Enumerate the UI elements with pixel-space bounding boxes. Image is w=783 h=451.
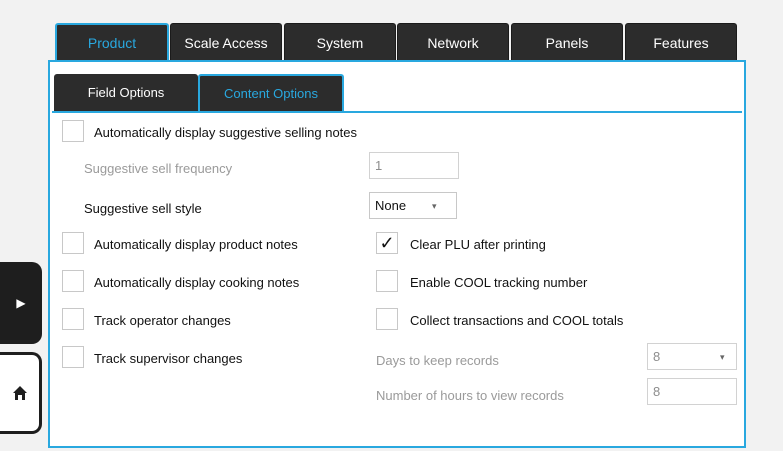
clear-plu-label: Clear PLU after printing — [410, 237, 546, 252]
days-keep-value: 8 — [653, 349, 661, 364]
enable-cool-label: Enable COOL tracking number — [410, 275, 588, 290]
auto-cooking-notes-label: Automatically display cooking notes — [94, 275, 300, 290]
hours-view-input[interactable]: 8 — [647, 378, 737, 405]
side-expand-button[interactable]: ▶ — [0, 262, 42, 344]
tab-scale-access[interactable]: Scale Access — [170, 23, 282, 61]
days-keep-select[interactable]: 8 ▾ — [647, 343, 737, 370]
subtab-content-options[interactable]: Content Options — [198, 74, 344, 111]
tab-features[interactable]: Features — [625, 23, 737, 61]
settings-panel: Field Options Content Options Automatica… — [48, 60, 746, 448]
auto-product-notes-label: Automatically display product notes — [94, 237, 298, 252]
suggestive-frequency-input[interactable]: 1 — [369, 152, 459, 179]
tab-panels[interactable]: Panels — [511, 23, 623, 61]
suggestive-style-select[interactable]: None ▾ — [369, 192, 457, 219]
chevron-down-icon: ▾ — [432, 201, 437, 211]
tab-system[interactable]: System — [284, 23, 396, 61]
track-operator-checkbox[interactable] — [62, 308, 84, 330]
suggestive-style-value: None — [375, 198, 407, 213]
collect-cool-label: Collect transactions and COOL totals — [410, 313, 624, 328]
auto-suggestive-checkbox[interactable] — [62, 120, 84, 142]
auto-cooking-notes-checkbox[interactable] — [62, 270, 84, 292]
chevron-down-icon: ▾ — [720, 352, 725, 362]
content-options-area: Automatically display suggestive selling… — [52, 111, 742, 444]
tab-network[interactable]: Network — [397, 23, 509, 61]
clear-plu-checkbox[interactable]: ✓ — [376, 232, 398, 254]
days-keep-label: Days to keep records — [376, 353, 499, 368]
suggestive-frequency-label: Suggestive sell frequency — [84, 161, 233, 176]
auto-suggestive-label: Automatically display suggestive selling… — [94, 125, 358, 140]
track-supervisor-checkbox[interactable] — [62, 346, 84, 368]
suggestive-style-label: Suggestive sell style — [84, 201, 202, 216]
collect-cool-checkbox[interactable] — [376, 308, 398, 330]
enable-cool-checkbox[interactable] — [376, 270, 398, 292]
home-icon — [12, 386, 27, 400]
arrow-right-icon: ▶ — [16, 296, 26, 310]
track-operator-label: Track operator changes — [94, 313, 231, 328]
auto-product-notes-checkbox[interactable] — [62, 232, 84, 254]
home-button[interactable] — [0, 352, 42, 434]
tab-product[interactable]: Product — [55, 23, 169, 61]
hours-view-label: Number of hours to view records — [376, 388, 564, 403]
subtab-field-options[interactable]: Field Options — [54, 74, 198, 111]
track-supervisor-label: Track supervisor changes — [94, 351, 243, 366]
